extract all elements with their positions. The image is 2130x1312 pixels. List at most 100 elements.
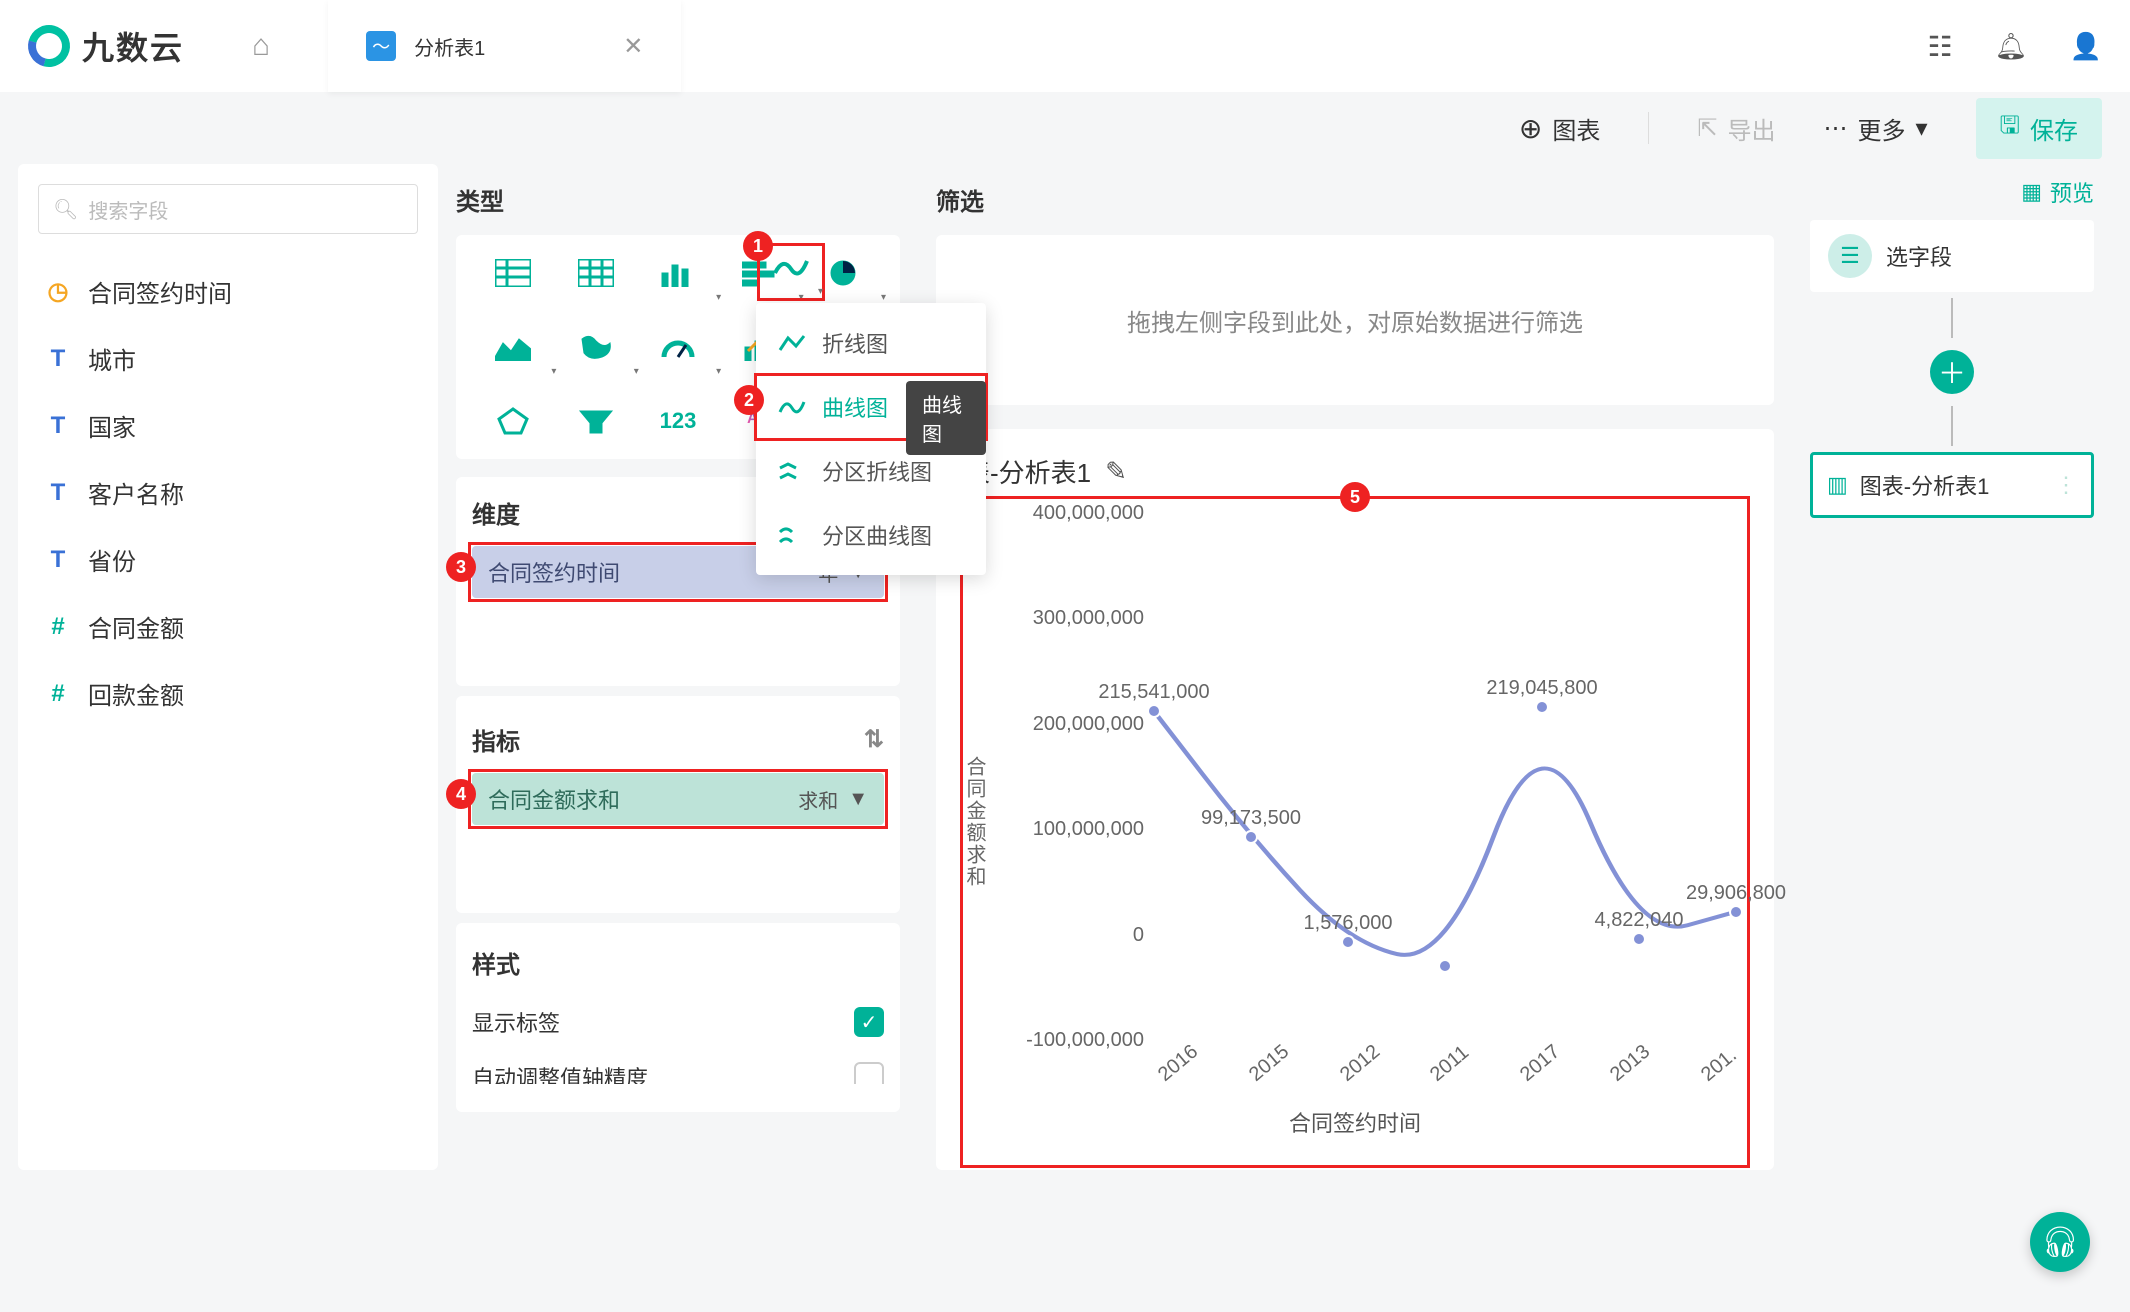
badge-1: 1 bbox=[743, 231, 773, 261]
user-icon[interactable]: 👤 bbox=[2070, 31, 2102, 62]
tooltip-curve: 曲线图 bbox=[906, 381, 986, 455]
dropdown-item-line[interactable]: 折线图 bbox=[756, 311, 986, 375]
step-select-fields[interactable]: ☰ 选字段 bbox=[1810, 220, 2094, 292]
checkbox-precision[interactable]: ✓ bbox=[854, 1062, 884, 1084]
chart-type-funnel[interactable] bbox=[554, 401, 636, 441]
tab-analysis1[interactable]: 〜 分析表1 ✕ bbox=[328, 0, 681, 92]
field-label: 客户名称 bbox=[88, 475, 184, 510]
yaxis-ticks: 400,000,000300,000,000200,000,000100,000… bbox=[984, 502, 1144, 1052]
highlight-box-4 bbox=[468, 769, 888, 829]
checkbox-show-labels[interactable]: ✓ bbox=[854, 1007, 884, 1037]
dropdown-label: 折线图 bbox=[822, 327, 888, 359]
chart-card: 表-分析表1 ✎ 5 合同金额求和 400,000,000300,000,000… bbox=[936, 429, 1774, 1170]
data-label: 219,045,800 bbox=[1486, 677, 1597, 700]
field-item[interactable]: T省份 bbox=[38, 526, 418, 593]
preview-label: 预览 bbox=[2050, 176, 2094, 208]
data-label: 99,173,500 bbox=[1201, 807, 1301, 830]
indicator-title-label: 指标 bbox=[472, 722, 520, 757]
filter-dropzone[interactable]: 拖拽左侧字段到此处，对原始数据进行筛选 bbox=[936, 235, 1774, 405]
add-step-button[interactable]: ＋ bbox=[1930, 350, 1974, 394]
field-label: 城市 bbox=[88, 341, 136, 376]
field-item[interactable]: T城市 bbox=[38, 325, 418, 392]
partition-curve-icon bbox=[778, 524, 806, 546]
add-chart-button[interactable]: ⊕ 图表 bbox=[1519, 111, 1600, 146]
dropdown-label: 分区曲线图 bbox=[822, 519, 932, 551]
field-label: 国家 bbox=[88, 408, 136, 443]
divider bbox=[1648, 112, 1649, 144]
dropdown-item-partition-curve[interactable]: 分区曲线图 bbox=[756, 503, 986, 567]
chart-type-map[interactable]: ▾ bbox=[554, 327, 636, 367]
chart-type-crosstab[interactable] bbox=[554, 253, 636, 293]
actionbar: ⊕ 图表 ⇱ 导出 ⋯ 更多 ▾ 🖫 保存 bbox=[0, 92, 2130, 164]
more-button[interactable]: ⋯ 更多 ▾ bbox=[1824, 111, 1928, 146]
data-point bbox=[1729, 905, 1743, 919]
style-label: 显示标签 bbox=[472, 1006, 560, 1038]
checklist-icon[interactable]: ☷ bbox=[1928, 30, 1953, 63]
plot-area: 215,541,00099,173,5001,576,000219,045,80… bbox=[1154, 512, 1736, 1052]
step-chart-node[interactable]: ▥ 图表-分析表1 ⋮ bbox=[1810, 452, 2094, 518]
search-placeholder: 搜索字段 bbox=[88, 195, 168, 224]
field-label: 省份 bbox=[88, 542, 136, 577]
tab-title: 分析表1 bbox=[414, 32, 485, 61]
preview-icon: ▦ bbox=[2021, 179, 2042, 205]
save-icon: 🖫 bbox=[2000, 108, 2020, 149]
field-item[interactable]: T客户名称 bbox=[38, 459, 418, 526]
filter-title: 筛选 bbox=[936, 164, 1774, 235]
chart-type-table[interactable] bbox=[472, 253, 554, 293]
topbar: 九数云 ⌂ 〜 分析表1 ✕ ☷ 🔔︎ 👤 bbox=[0, 0, 2130, 92]
bell-icon[interactable]: 🔔︎ bbox=[1995, 31, 2028, 62]
chart-icon: ▥ bbox=[1827, 472, 1848, 498]
select-fields-icon: ☰ bbox=[1828, 234, 1872, 278]
partition-line-icon bbox=[778, 460, 806, 482]
search-input[interactable]: 🔍︎ 搜索字段 bbox=[38, 184, 418, 234]
line-type-dropdown: 折线图 2 曲线图 曲线图 分区折线图 分区曲线图 bbox=[756, 303, 986, 575]
steps-panel: ▦ 预览 ☰ 选字段 ＋ ▥ 图表-分析表1 ⋮ bbox=[1792, 164, 2112, 1170]
fields-panel: 🔍︎ 搜索字段 ◷合同签约时间T城市 T 国家 T客户名称T省份#合同金额#回款金额 bbox=[18, 164, 438, 1170]
fields-list: ◷合同签约时间T城市 T 国家 T客户名称T省份#合同金额#回款金额 bbox=[38, 258, 418, 727]
edit-icon[interactable]: ✎ bbox=[1105, 456, 1127, 487]
save-button[interactable]: 🖫 保存 bbox=[1976, 98, 2102, 159]
chart-type-bar[interactable]: ▾ bbox=[637, 253, 719, 293]
chart-type-radar[interactable] bbox=[472, 401, 554, 441]
field-item[interactable]: T 国家 bbox=[38, 392, 418, 459]
logo-mark-icon bbox=[28, 25, 70, 67]
home-icon[interactable]: ⌂ bbox=[252, 29, 270, 63]
ytick: -100,000,000 bbox=[984, 1029, 1144, 1052]
step-connector bbox=[1951, 406, 1953, 446]
ellipsis-icon: ⋯ bbox=[1824, 114, 1848, 143]
data-point bbox=[1244, 830, 1258, 844]
chart-type-kpi[interactable]: 123 bbox=[637, 401, 719, 441]
app-logo: 九数云 bbox=[28, 23, 184, 69]
export-button[interactable]: ⇱ 导出 bbox=[1697, 111, 1775, 146]
help-fab[interactable]: 🎧︎ bbox=[2030, 1212, 2090, 1272]
badge-5: 5 bbox=[1340, 482, 1370, 512]
badge-3: 3 bbox=[446, 552, 476, 582]
close-icon[interactable]: ✕ bbox=[623, 32, 643, 61]
dropdown-item-curve[interactable]: 2 曲线图 曲线图 bbox=[756, 375, 986, 439]
chevron-down-icon: ▾ bbox=[1916, 114, 1928, 143]
chart-type-grid: ▾ ▾ ▾ ▾ ▾ ▾ 123 ᴬB 1 ▾ bbox=[456, 235, 900, 459]
search-icon: 🔍︎ bbox=[53, 197, 78, 222]
field-item[interactable]: #回款金额 bbox=[38, 660, 418, 727]
chart-type-area[interactable]: ▾ bbox=[472, 327, 554, 367]
badge-2: 2 bbox=[734, 385, 764, 415]
chart-plot: 5 合同金额求和 400,000,000300,000,000200,000,0… bbox=[964, 502, 1746, 1142]
field-item[interactable]: #合同金额 bbox=[38, 593, 418, 660]
data-label: 4,822,040 bbox=[1595, 909, 1684, 932]
style-row-precision: 自动调整值轴精度 ✓ bbox=[472, 1054, 884, 1084]
field-item[interactable]: ◷合同签约时间 bbox=[38, 258, 418, 325]
app-name: 九数云 bbox=[82, 23, 184, 69]
swap-icon[interactable]: ⇅ bbox=[864, 725, 884, 754]
indicator-title: 指标 ⇅ bbox=[472, 708, 884, 773]
style-label: 自动调整值轴精度 bbox=[472, 1061, 648, 1084]
field-type-icon: ◷ bbox=[46, 277, 70, 306]
chart-type-gauge[interactable]: ▾ bbox=[637, 327, 719, 367]
data-point bbox=[1535, 700, 1549, 714]
kebab-icon[interactable]: ⋮ bbox=[2055, 472, 2077, 498]
topbar-right: ☷ 🔔︎ 👤 bbox=[1928, 30, 2103, 63]
plus-circle-icon: ⊕ bbox=[1519, 112, 1542, 145]
data-point bbox=[1341, 935, 1355, 949]
headset-icon: 🎧︎ bbox=[2041, 1225, 2079, 1260]
field-type-icon: T bbox=[46, 412, 70, 440]
preview-link[interactable]: ▦ 预览 bbox=[1810, 164, 2094, 220]
